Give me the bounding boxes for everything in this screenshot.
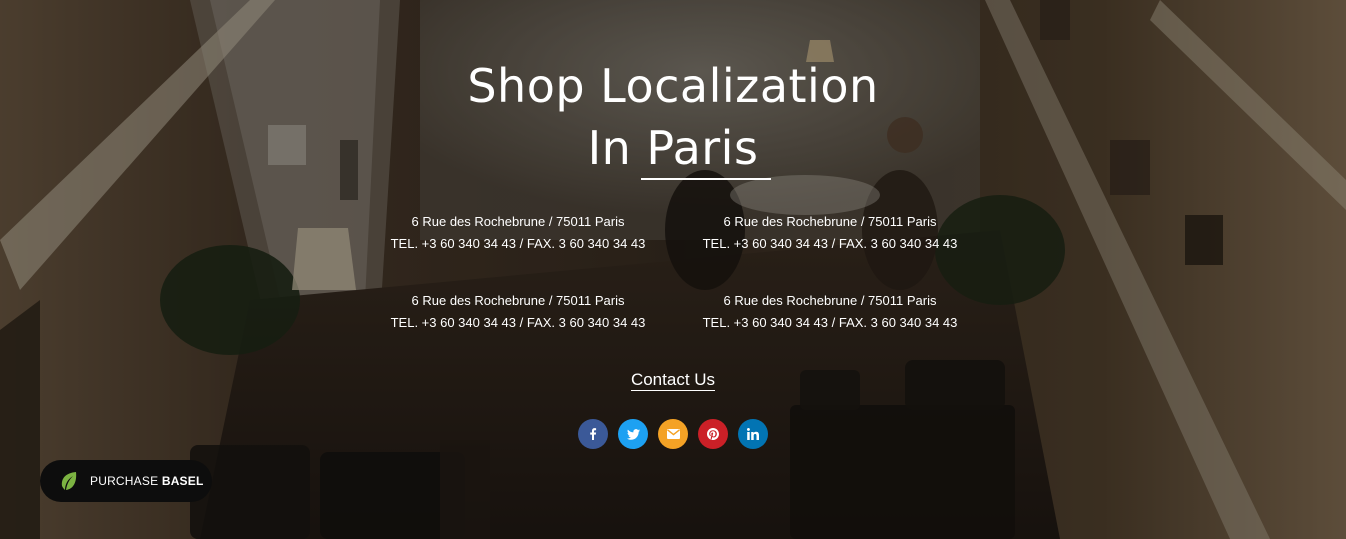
address-block: 6 Rue des Rochebrune / 75011 Paris TEL. … [670,211,990,255]
facebook-button[interactable] [578,419,608,449]
pinterest-icon [707,428,719,440]
contact-us-label: Contact Us [630,370,716,391]
address-block: 6 Rue des Rochebrune / 75011 Paris TEL. … [358,211,678,255]
address-block: 6 Rue des Rochebrune / 75011 Paris TEL. … [358,290,678,334]
address-phone: TEL. +3 60 340 34 43 / FAX. 3 60 340 34 … [702,236,958,251]
hero-title-line-2: In Paris [587,121,759,175]
address-block: 6 Rue des Rochebrune / 75011 Paris TEL. … [670,290,990,334]
facebook-icon [590,428,597,440]
address-phone: TEL. +3 60 340 34 43 / FAX. 3 60 340 34 … [390,236,646,251]
purchase-brand: BASEL [161,474,204,488]
twitter-button[interactable] [618,419,648,449]
address-street: 6 Rue des Rochebrune / 75011 Paris [411,214,625,229]
email-button[interactable] [658,419,688,449]
purchase-label: PURCHASE BASEL [90,474,204,488]
contact-us-link[interactable]: Contact Us [573,370,773,391]
twitter-icon [626,428,640,440]
address-phone: TEL. +3 60 340 34 43 / FAX. 3 60 340 34 … [702,315,958,330]
hero-content: Shop Localization In Paris 6 Rue des Roc… [0,0,1346,539]
linkedin-icon [747,428,759,440]
hero-title-line-1: Shop Localization [467,59,879,113]
address-phone: TEL. +3 60 340 34 43 / FAX. 3 60 340 34 … [390,315,646,330]
title-underline [641,178,771,180]
address-street: 6 Rue des Rochebrune / 75011 Paris [411,293,625,308]
social-links [578,419,768,449]
address-street: 6 Rue des Rochebrune / 75011 Paris [723,214,937,229]
leaf-icon [60,471,78,491]
hero-section: Shop Localization In Paris 6 Rue des Roc… [0,0,1346,539]
purchase-prefix: PURCHASE [90,474,159,488]
email-icon [666,429,680,439]
linkedin-button[interactable] [738,419,768,449]
address-street: 6 Rue des Rochebrune / 75011 Paris [723,293,937,308]
pinterest-button[interactable] [698,419,728,449]
purchase-basel-button[interactable]: PURCHASE BASEL [40,460,212,502]
